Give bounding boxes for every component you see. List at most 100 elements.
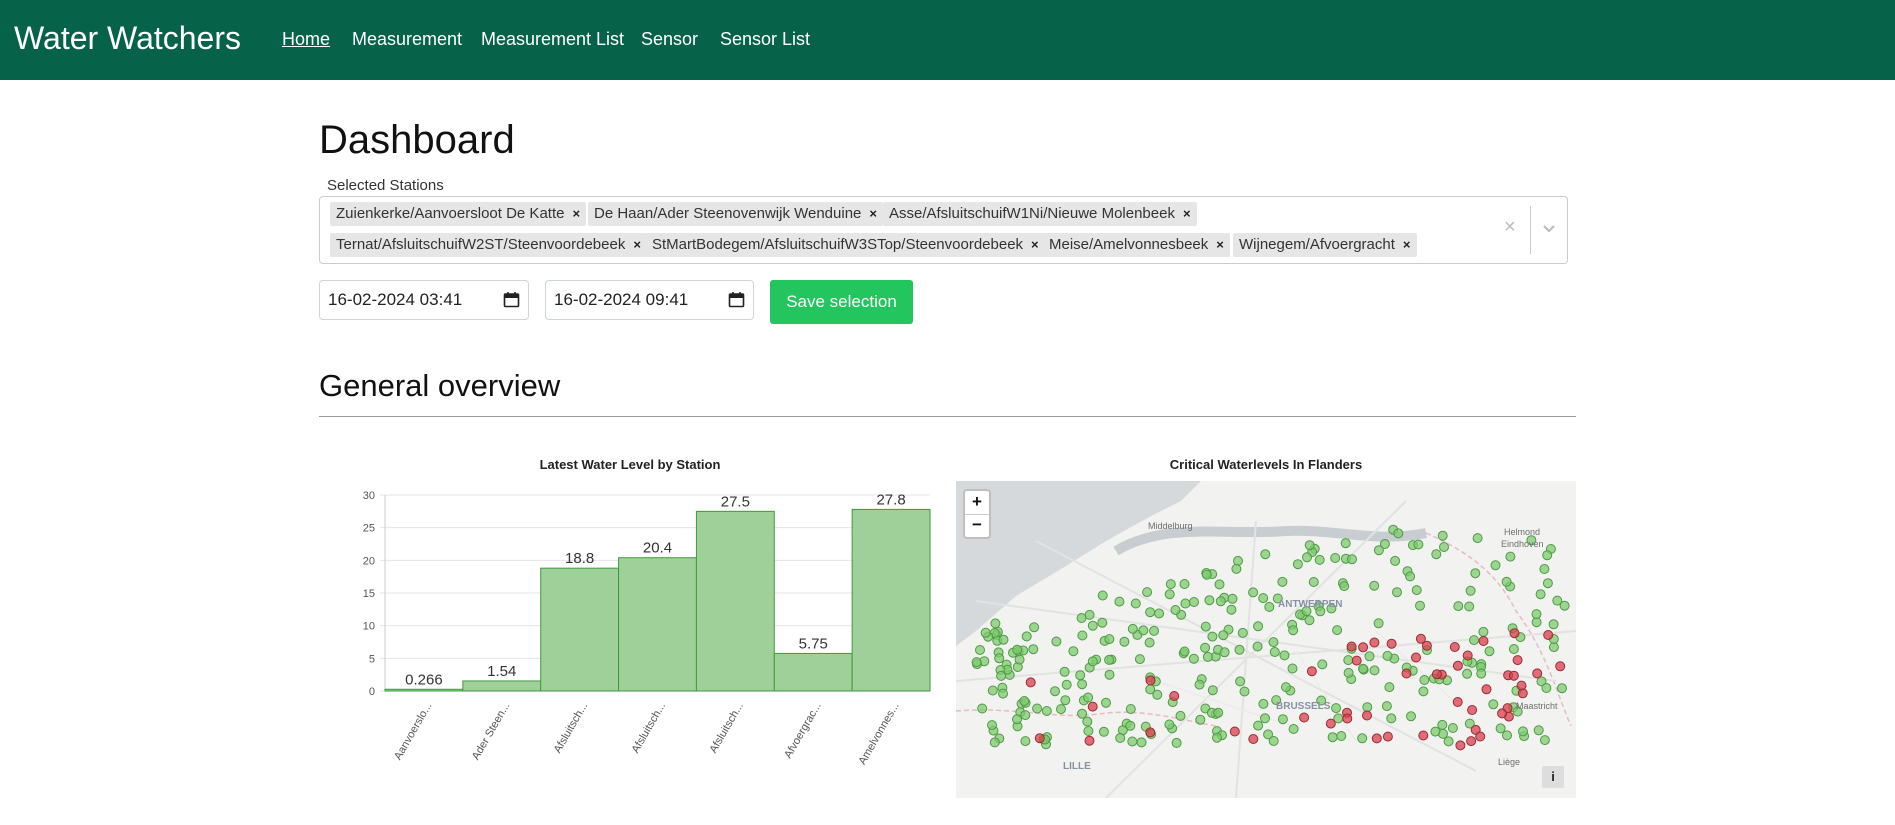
chip-remove-icon[interactable]: × [1183,202,1191,226]
station-marker[interactable] [971,657,982,668]
station-marker[interactable] [1214,579,1225,590]
station-marker[interactable] [1264,601,1275,612]
station-marker[interactable] [1019,696,1030,706]
station-marker[interactable] [1226,604,1237,615]
station-marker[interactable] [1101,697,1111,708]
station-marker[interactable] [980,627,991,638]
station-marker[interactable] [1083,692,1094,703]
station-marker[interactable] [1381,701,1392,712]
station-marker[interactable] [1469,635,1479,646]
station-marker[interactable] [1340,538,1351,549]
station-marker[interactable] [1306,666,1317,677]
station-marker[interactable] [1386,638,1397,649]
station-marker[interactable] [1351,655,1362,666]
station-marker[interactable] [1505,551,1516,562]
station-marker[interactable] [1299,712,1310,723]
station-marker[interactable] [1362,702,1373,713]
station-marker[interactable] [1502,730,1512,741]
station-marker[interactable] [1154,608,1165,619]
station-marker[interactable] [1114,596,1125,607]
zoom-in-button[interactable]: + [965,491,989,514]
station-marker[interactable] [1202,651,1213,662]
station-marker[interactable] [1279,650,1290,661]
station-marker[interactable] [996,670,1007,681]
nav-measurement-list[interactable]: Measurement List [481,29,624,50]
station-marker[interactable] [1130,598,1141,609]
chip-remove-icon[interactable]: × [572,202,580,226]
station-marker[interactable] [1437,719,1448,730]
station-marker[interactable] [1028,644,1039,655]
station-marker[interactable] [990,618,1001,629]
station-marker[interactable] [1020,710,1031,721]
station-marker[interactable] [1362,710,1372,721]
station-marker[interactable] [1145,727,1156,738]
station-marker[interactable] [1248,734,1259,744]
station-marker[interactable] [1021,631,1032,642]
station-marker[interactable] [1508,644,1519,654]
station-marker[interactable] [1056,704,1066,715]
station-marker[interactable] [1194,679,1205,690]
station-marker[interactable] [1358,642,1369,653]
station-marker[interactable] [1059,666,1070,677]
station-marker[interactable] [1207,631,1218,642]
station-marker[interactable] [1475,731,1486,742]
station-marker[interactable] [1371,733,1382,744]
station-marker[interactable] [1413,539,1424,550]
station-marker[interactable] [1508,670,1519,681]
station-marker[interactable] [1204,595,1215,606]
station-marker[interactable] [1260,549,1271,560]
station-marker[interactable] [1258,593,1269,604]
station-marker[interactable] [1302,552,1312,563]
nav-home[interactable]: Home [282,29,330,50]
station-marker[interactable] [1213,707,1224,718]
station-marker[interactable] [1201,569,1212,580]
station-marker[interactable] [1343,655,1354,666]
station-marker[interactable] [1032,703,1043,714]
station-marker[interactable] [1392,587,1402,598]
station-marker[interactable] [1097,590,1108,601]
station-marker[interactable] [1415,600,1425,611]
station-marker[interactable] [1136,737,1147,748]
station-marker[interactable] [1180,598,1191,609]
end-datetime-input[interactable]: 16-02-2024 09:41 [545,280,754,320]
station-marker[interactable] [1144,637,1155,648]
station-marker[interactable] [1411,585,1422,596]
station-marker[interactable] [1411,652,1421,663]
station-marker[interactable] [1077,679,1088,690]
station-marker[interactable] [1384,682,1395,693]
station-marker[interactable] [1541,683,1552,693]
station-marker[interactable] [1308,577,1319,587]
station-marker[interactable] [1518,726,1528,737]
station-marker[interactable] [1406,711,1416,722]
station-marker[interactable] [1364,651,1375,662]
station-marker[interactable] [1437,530,1448,541]
station-marker[interactable] [1288,625,1299,636]
station-markers-layer[interactable] [956,481,1576,798]
station-marker[interactable] [1237,627,1248,638]
station-marker[interactable] [1200,642,1211,653]
station-marker[interactable] [1260,713,1270,724]
clear-selection-icon[interactable]: × [1504,216,1516,239]
station-marker[interactable] [1512,655,1523,666]
station-marker[interactable] [1531,609,1542,620]
station-marker[interactable] [1542,550,1553,561]
station-marker[interactable] [1025,677,1036,688]
station-marker[interactable] [1304,615,1315,626]
station-marker[interactable] [1014,654,1025,665]
station-marker[interactable] [1060,695,1071,706]
station-marker[interactable] [1543,630,1554,640]
station-marker[interactable] [1068,646,1079,657]
station-marker[interactable] [1542,578,1553,589]
station-marker[interactable] [1393,528,1404,539]
station-marker[interactable] [975,645,985,655]
station-marker[interactable] [1464,601,1475,612]
station-marker[interactable] [1170,605,1181,615]
station-marker[interactable] [1215,596,1226,607]
nav-sensor-list[interactable]: Sensor List [720,29,810,50]
station-marker[interactable] [1336,731,1347,741]
station-marker[interactable] [1075,670,1086,681]
station-marker[interactable] [1134,654,1145,665]
station-marker[interactable] [1248,587,1259,598]
station-marker[interactable] [1431,669,1442,680]
station-marker[interactable] [1061,679,1072,690]
